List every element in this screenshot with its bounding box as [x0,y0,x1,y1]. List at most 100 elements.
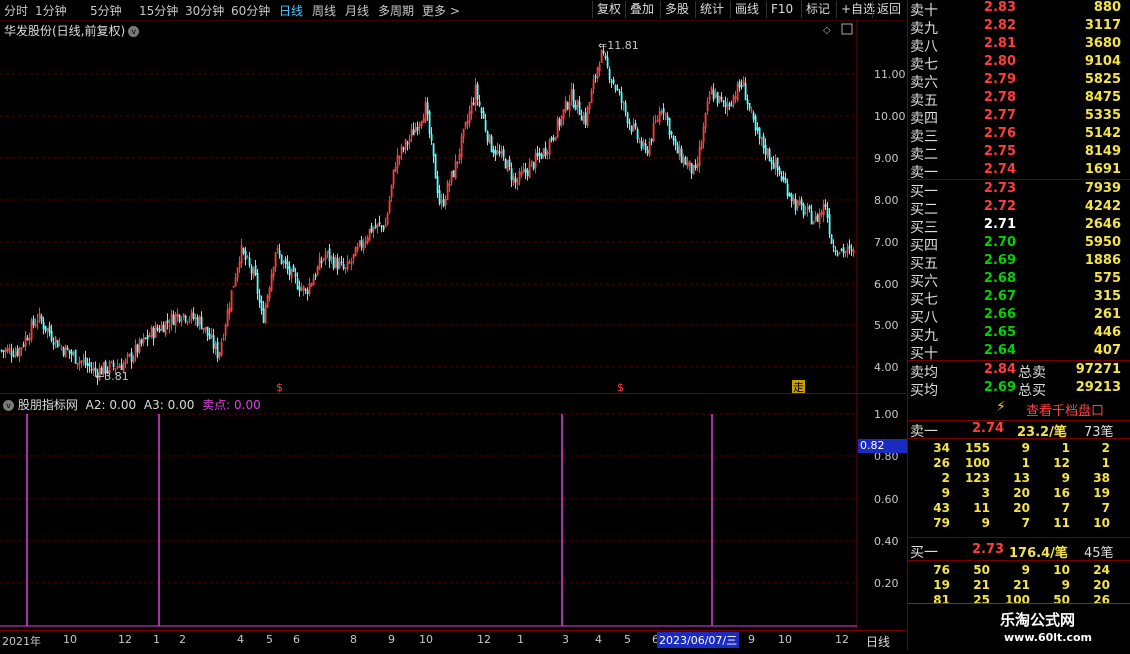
tab-daily[interactable]: 日线 [279,2,303,19]
queue-row: 9 3 20 16 19 [908,486,1123,502]
candle-body [84,357,87,366]
overlay-button[interactable]: 叠加 [625,1,658,18]
date-label: 12 [835,633,849,646]
candle-body [50,330,53,341]
tab-fenshi[interactable]: 分时 [4,2,28,19]
queue-value: 11 [973,501,990,515]
watermark-url: www.60lt.com [1004,631,1093,644]
ask-row[interactable]: 卖十 2.83 880 [908,0,1123,19]
candle-body [608,68,611,80]
candle-body [480,108,483,114]
stats-button[interactable]: 统计 [695,1,728,18]
window-icon[interactable] [841,23,853,35]
candle-body [668,118,671,135]
candle-body [412,129,415,136]
candle-body [262,308,265,323]
bid1-per-order: 176.4/笔 [1009,546,1068,561]
multi-stock-button[interactable]: 多股 [660,1,693,18]
bid-row[interactable]: 买六 2.68 575 [908,271,1123,290]
candle-body [192,312,195,320]
ask-row[interactable]: 卖一 2.74 1691 [908,162,1123,181]
tab-1min[interactable]: 1分钟 [35,2,67,19]
tab-more[interactable]: 更多 > [422,2,460,19]
indicator-name[interactable]: 股朋指标网 [18,398,78,412]
candlestick-chart[interactable]: 11.00 10.00 9.00 8.00 7.00 6.00 5.00 4.00 ⇐11.8… [0,20,906,394]
queue-value: 123 [964,471,990,485]
candle-body [606,57,609,67]
back-button[interactable]: 返回 [872,1,905,18]
candle-body [810,210,813,225]
date-label: 8 [350,633,357,646]
candle-body [442,198,445,206]
candle-body [538,153,541,156]
date-label: 2021年 [2,635,41,648]
indicator-a3: A3: 0.00 [143,398,195,412]
ask-price: 2.80 [983,54,1016,69]
candle-body [178,314,181,321]
view-1000-button[interactable]: ⚡ 查看千档盘口 [908,398,1130,421]
f10-button[interactable]: F10 [766,1,797,18]
candle-body [738,81,741,88]
candle-body [540,154,543,159]
ask-row[interactable]: 卖七 2.80 9104 [908,54,1123,73]
indicator-chart[interactable]: 1.000.800.600.400.20 [0,394,906,630]
tab-60min[interactable]: 60分钟 [231,2,270,19]
bid-row[interactable]: 买九 2.65 446 [908,325,1123,344]
candle-body [752,112,755,120]
mark-button[interactable]: 标记 [801,1,834,18]
bid-row[interactable]: 买七 2.67 315 [908,289,1123,308]
candle-body [848,245,851,249]
ask-row[interactable]: 卖五 2.78 8475 [908,90,1123,109]
tab-30min[interactable]: 30分钟 [185,2,224,19]
candle-body [716,91,719,104]
candle-body [380,225,383,227]
tab-5min[interactable]: 5分钟 [90,2,122,19]
candle-body [770,159,773,164]
chevron-down-icon[interactable]: v [3,400,14,411]
draw-button[interactable]: 画线 [730,1,763,18]
bid-row[interactable]: 买三 2.71 2646 [908,217,1123,236]
bid-row[interactable]: 买四 2.70 5950 [908,235,1123,254]
ask-row[interactable]: 卖三 2.76 5142 [908,126,1123,145]
candle-body [782,176,785,180]
indicator-header: v 股朋指标网 A2: 0.00 A3: 0.00 卖点: 0.00 [3,396,261,413]
candle-body [690,162,693,174]
total-bid-value: 29213 [1075,380,1121,395]
ask-row[interactable]: 卖二 2.75 8149 [908,144,1123,163]
ask-volume: 880 [1093,0,1121,15]
bid-level-label: 买六 [910,274,938,290]
bid-row[interactable]: 买五 2.69 1886 [908,253,1123,272]
candle-body [74,349,77,364]
low-label: ←3.81 [95,370,129,383]
ask-volume: 9104 [1084,54,1121,69]
bid-row[interactable]: 买二 2.72 4242 [908,199,1123,218]
candle-body [802,203,805,216]
fuquan-button[interactable]: 复权 [592,1,625,18]
candle-body [244,250,247,260]
chevron-down-icon[interactable]: v [128,26,140,37]
bid1-queue-header: 买一 2.73 176.4/笔 45笔 [908,542,1130,562]
candle-body [56,340,59,348]
tab-weekly[interactable]: 周线 [312,2,336,19]
price-tick: 11.00 [874,68,906,81]
bid-row[interactable]: 买十 2.64 407 [908,343,1123,362]
avg-bid-row: 买均 2.69 总买 29213 [908,380,1123,399]
ask-row[interactable]: 卖八 2.81 3680 [908,36,1123,55]
diamond-icon[interactable]: ◇ [823,25,831,36]
candle-body [406,142,409,145]
candle-body [332,257,335,269]
candle-body [794,198,797,211]
candle-body [120,364,123,370]
candle-body [2,350,5,352]
bid-row[interactable]: 买一 2.73 7939 [908,181,1123,200]
candle-body [258,294,261,303]
candle-body [260,300,263,311]
tab-15min[interactable]: 15分钟 [139,2,178,19]
ask-row[interactable]: 卖四 2.77 5335 [908,108,1123,127]
ask-row[interactable]: 卖九 2.82 3117 [908,18,1123,37]
bid-row[interactable]: 买八 2.66 261 [908,307,1123,326]
tab-multi-period[interactable]: 多周期 [378,2,414,19]
ask-row[interactable]: 卖六 2.79 5825 [908,72,1123,91]
total-ask-value: 97271 [1075,362,1121,377]
tab-monthly[interactable]: 月线 [345,2,369,19]
